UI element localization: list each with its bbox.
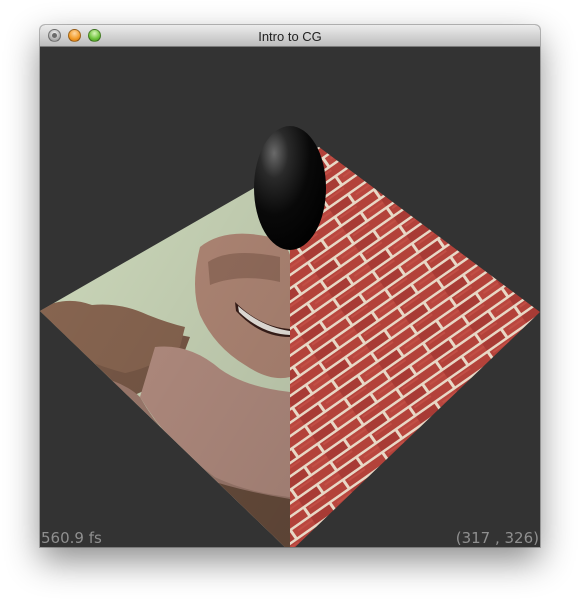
black-sphere [254,126,326,250]
window-title: Intro to CG [258,29,322,44]
app-window: Intro to CG 560.9 fs (317 , 326) [40,25,540,547]
render-viewport[interactable]: 560.9 fs (317 , 326) [40,47,540,547]
scene-svg [40,126,540,547]
mouse-coordinate-readout: (317 , 326) [455,529,539,547]
fps-readout: 560.9 fs [41,529,102,547]
title-bar[interactable]: Intro to CG [40,25,540,47]
